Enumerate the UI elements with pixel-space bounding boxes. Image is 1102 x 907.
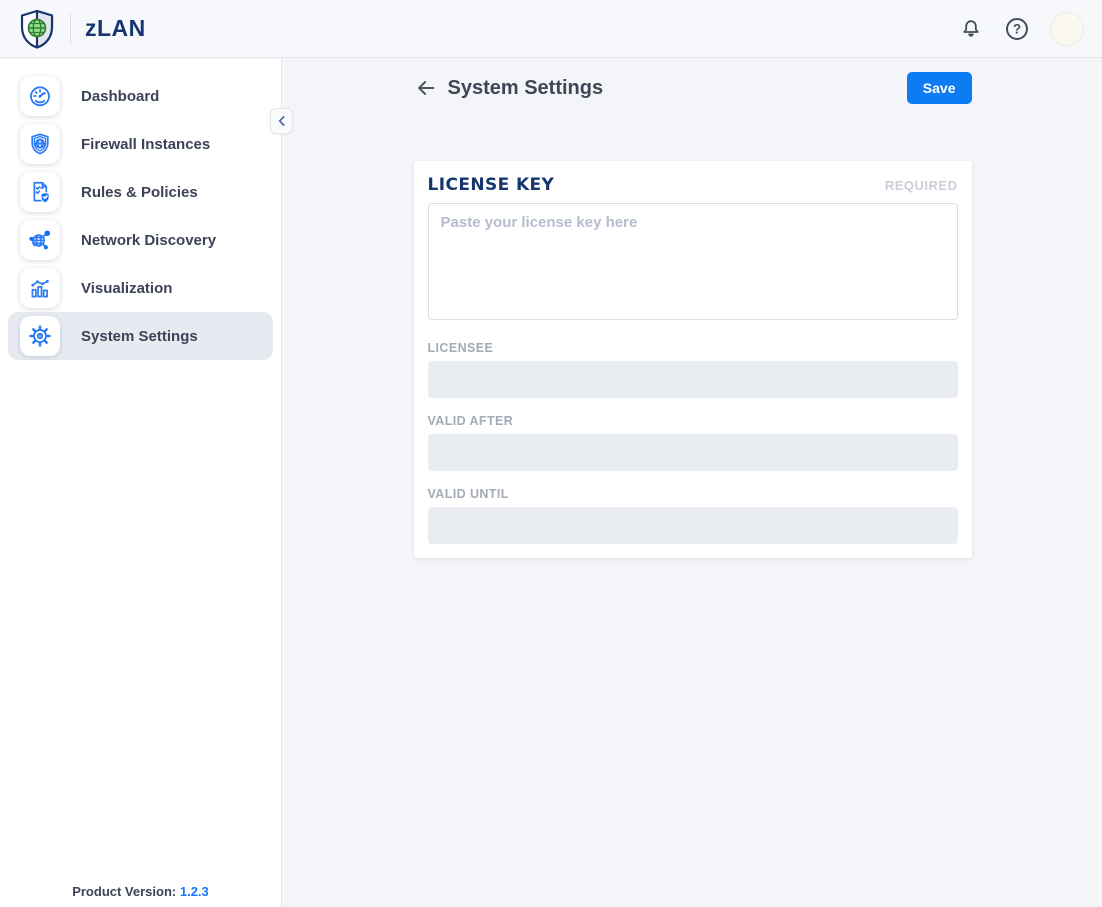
brand: zLAN — [18, 8, 146, 50]
app-title: zLAN — [85, 15, 146, 42]
save-button[interactable]: Save — [907, 72, 972, 104]
sidebar-item-visualization[interactable]: Visualization — [8, 264, 273, 312]
app-header: zLAN ? — [0, 0, 1102, 58]
product-version-value: 1.2.3 — [180, 884, 209, 899]
sidebar: Dashboard Firewall Instances — [0, 59, 282, 907]
chevron-left-icon — [275, 114, 289, 128]
question-mark-glyph: ? — [1013, 21, 1021, 36]
sidebar-item-network-discovery[interactable]: Network Discovery — [8, 216, 273, 264]
license-key-card: LICENSE KEY REQUIRED LICENSEE VALID AFTE… — [414, 161, 972, 558]
sidebar-item-label: Firewall Instances — [81, 136, 210, 153]
network-globe-icon — [20, 220, 60, 260]
license-card-title: LICENSE KEY — [428, 175, 555, 195]
sidebar-collapse-button[interactable] — [270, 108, 293, 134]
sidebar-item-label: System Settings — [81, 328, 198, 345]
licensee-label: LICENSEE — [428, 341, 958, 355]
sidebar-item-rules-policies[interactable]: Rules & Policies — [8, 168, 273, 216]
bell-icon[interactable] — [958, 16, 984, 42]
main-content: System Settings Save LICENSE KEY REQUIRE… — [283, 59, 1102, 907]
valid-until-label: VALID UNTIL — [428, 487, 958, 501]
help-icon[interactable]: ? — [1004, 16, 1030, 42]
shield-globe-logo-icon — [18, 8, 56, 50]
page-head: System Settings Save — [414, 72, 972, 104]
valid-until-input — [428, 507, 958, 544]
sidebar-item-system-settings[interactable]: System Settings — [8, 312, 273, 360]
header-actions: ? — [958, 12, 1084, 46]
header-divider — [70, 14, 71, 44]
avatar[interactable] — [1050, 12, 1084, 46]
license-key-textarea[interactable] — [428, 203, 958, 320]
sidebar-item-label: Rules & Policies — [81, 184, 198, 201]
valid-after-input — [428, 434, 958, 471]
required-badge: REQUIRED — [885, 178, 958, 193]
policy-document-icon — [20, 172, 60, 212]
bar-line-chart-icon — [20, 268, 60, 308]
sidebar-item-label: Dashboard — [81, 88, 159, 105]
back-button[interactable] — [414, 76, 438, 100]
gauge-icon — [20, 76, 60, 116]
sidebar-item-label: Visualization — [81, 280, 172, 297]
page-title: System Settings — [448, 77, 604, 100]
sidebar-item-label: Network Discovery — [81, 232, 216, 249]
product-version-label: Product Version: — [72, 884, 176, 899]
licensee-input — [428, 361, 958, 398]
arrow-left-icon — [415, 77, 437, 99]
sidebar-item-dashboard[interactable]: Dashboard — [8, 72, 273, 120]
sidebar-nav: Dashboard Firewall Instances — [0, 59, 281, 360]
gear-icon — [20, 316, 60, 356]
shield-globe-icon — [20, 124, 60, 164]
valid-after-label: VALID AFTER — [428, 414, 958, 428]
sidebar-item-firewall-instances[interactable]: Firewall Instances — [8, 120, 273, 168]
license-card-header: LICENSE KEY REQUIRED — [428, 175, 958, 195]
product-version: Product Version: 1.2.3 — [0, 884, 281, 899]
